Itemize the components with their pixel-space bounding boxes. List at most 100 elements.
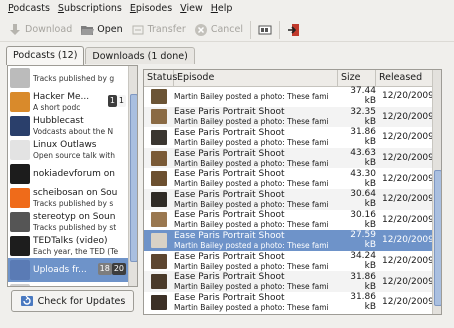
podcast-list-item[interactable]: stereotyp on Soun Tracks published by st <box>8 210 128 234</box>
main-tabs: Podcasts (12) Downloads (1 done) <box>6 46 196 65</box>
podcast-list-item[interactable]: Uploads fr... 18 20 <box>8 258 128 282</box>
episode-row[interactable]: Ease Paris Portrait Shoot Martin Bailey p… <box>144 210 434 231</box>
episode-thumbnail-icon <box>151 274 167 290</box>
count-badge: 1 <box>116 95 126 107</box>
episode-row[interactable]: Ease Paris Portrait Shoot Martin Bailey p… <box>144 292 434 313</box>
episode-text: Martin Bailey posted a photo: These fami <box>174 92 338 101</box>
episode-description: Martin Bailey posted a photo: These fami <box>174 179 329 189</box>
menu-mnemonic: H <box>210 3 218 14</box>
episode-list-scrollbar[interactable] <box>432 70 441 314</box>
podcast-description: Tracks published by s <box>33 199 114 208</box>
download-button[interactable]: Download <box>4 20 76 40</box>
episode-list: Martin Bailey posted a photo: These fami… <box>144 86 434 313</box>
column-episode[interactable]: Episode <box>174 70 338 86</box>
transfer-label: Transfer <box>147 24 186 35</box>
episode-thumbnail-icon <box>151 150 167 166</box>
podcast-cover-icon <box>10 68 30 88</box>
episode-status-cell <box>144 212 174 228</box>
episode-description: Martin Bailey posted a photo: These fami <box>174 199 329 209</box>
episode-status-cell <box>144 274 174 290</box>
menu-view[interactable]: View <box>176 0 207 18</box>
episode-row[interactable]: Ease Paris Portrait Shoot Martin Bailey p… <box>144 230 434 251</box>
episode-row[interactable]: Ease Paris Portrait Shoot Martin Bailey p… <box>144 168 434 189</box>
episode-title: Ease Paris Portrait Shoot <box>174 148 285 159</box>
episode-thumbnail-icon <box>151 212 167 228</box>
podcast-list-item[interactable]: nokiadevforum on <box>8 162 128 186</box>
episode-description: Martin Bailey posted a photo: These fami <box>174 117 329 127</box>
count-badge: 1 <box>107 95 117 107</box>
podcast-cover-icon <box>10 236 30 256</box>
episode-row[interactable]: Martin Bailey posted a photo: These fami… <box>144 86 434 107</box>
episode-released-date: 12/20/2009 <box>382 235 434 246</box>
episode-row[interactable]: Ease Paris Portrait Shoot Martin Bailey p… <box>144 127 434 148</box>
episode-row[interactable]: Ease Paris Portrait Shoot Martin Bailey p… <box>144 251 434 272</box>
folder-open-icon <box>80 23 95 37</box>
episode-size: 31.86 kB <box>350 127 376 148</box>
episode-status-cell <box>144 171 174 187</box>
episode-row[interactable]: Ease Paris Portrait Shoot Martin Bailey p… <box>144 106 434 128</box>
menu-subscriptions[interactable]: Subscriptions <box>54 0 126 18</box>
preferences-icon <box>258 23 272 37</box>
episode-released-date: 12/20/2009 <box>382 153 434 164</box>
episode-row[interactable]: Ease Paris Portrait Shoot Martin Bailey p… <box>144 147 434 169</box>
podcast-list-item[interactable]: Uploads from thp4 <box>8 282 128 286</box>
menu-episodes[interactable]: Episodes <box>126 0 176 18</box>
episode-text: Ease Paris Portrait Shoot Martin Bailey p… <box>174 252 338 271</box>
episode-row[interactable]: Ease Paris Portrait Shoot Martin Bailey p… <box>144 188 434 210</box>
episode-count-badges: 18 20 <box>97 263 126 275</box>
podcast-list-item[interactable]: Tracks published by g <box>8 66 128 90</box>
podcast-list-item[interactable]: TEDTalks (video) Each year, the TED (Te <box>8 234 128 258</box>
refresh-icon <box>20 294 34 308</box>
episode-text: Ease Paris Portrait Shoot Martin Bailey p… <box>174 107 338 126</box>
toolbar: Download Open Transfer Cancel <box>0 18 454 42</box>
episode-text: Ease Paris Portrait Shoot Martin Bailey p… <box>174 128 338 147</box>
cancel-button[interactable]: Cancel <box>190 20 247 40</box>
episode-size: 34.24 kB <box>350 251 376 272</box>
episode-size: 27.59 kB <box>350 230 376 251</box>
episode-text: Ease Paris Portrait Shoot Martin Bailey p… <box>174 169 338 188</box>
episode-title: Ease Paris Portrait Shoot <box>174 127 285 138</box>
episode-size: 43.63 kB <box>350 148 376 169</box>
quit-button[interactable] <box>283 20 305 40</box>
podcast-scrollbar-thumb[interactable] <box>130 94 137 262</box>
episode-title: Ease Paris Portrait Shoot <box>174 272 285 283</box>
transfer-button[interactable]: Transfer <box>127 20 190 40</box>
podcast-list-item[interactable]: Hubblecast Vodcasts about the N <box>8 114 128 138</box>
podcast-cover-icon <box>10 260 30 280</box>
episode-status-cell <box>144 294 174 310</box>
menu-help[interactable]: Help <box>207 0 237 18</box>
preferences-button[interactable] <box>254 20 276 40</box>
episode-row[interactable]: Ease Paris Portrait Shoot Martin Bailey p… <box>144 271 434 292</box>
podcast-list-item[interactable]: scheibosan on Sou Tracks published by s <box>8 186 128 210</box>
cancel-label: Cancel <box>210 24 243 35</box>
open-button[interactable]: Open <box>76 20 126 40</box>
transfer-icon <box>131 23 145 37</box>
tab-podcasts[interactable]: Podcasts (12) <box>6 46 85 65</box>
tab-downloads[interactable]: Downloads (1 done) <box>85 47 195 64</box>
column-status[interactable]: Status <box>144 70 177 86</box>
menu-label: iew <box>186 3 203 14</box>
episode-title: Ease Paris Portrait Shoot <box>174 189 285 200</box>
podcast-list-item[interactable]: Linux Outlaws Open source talk with <box>8 138 128 162</box>
episode-scrollbar-thumb[interactable] <box>434 170 441 306</box>
podcast-list-item[interactable]: Hacker Me... A short podc 1 1 <box>8 90 128 114</box>
podcast-title: stereotyp on Soun <box>33 212 116 222</box>
episode-status-cell <box>144 232 174 248</box>
column-released[interactable]: Released <box>376 70 432 86</box>
episode-description: Martin Bailey posted a photo: These fami <box>174 220 329 230</box>
podcast-cover-icon <box>10 92 30 112</box>
menu-podcasts[interactable]: Podcasts <box>4 0 54 18</box>
episode-released-date: 12/20/2009 <box>382 111 434 122</box>
episode-thumbnail-icon <box>151 232 167 248</box>
episode-status-cell <box>144 88 174 104</box>
episode-description: Martin Bailey posted a photo: These fami <box>174 302 329 312</box>
cancel-icon <box>194 23 208 37</box>
episode-count-badges: 11 <box>107 95 126 107</box>
check-for-updates-button[interactable]: Check for Updates <box>11 290 134 312</box>
episode-released-date: 12/20/2009 <box>382 297 434 308</box>
check-for-updates-label: Check for Updates <box>37 295 126 307</box>
podcast-list-scrollbar[interactable] <box>128 66 137 286</box>
column-size[interactable]: Size <box>338 70 376 86</box>
episode-status-cell <box>144 109 174 125</box>
episode-description: Martin Bailey posted a photo: These fami <box>174 137 329 147</box>
